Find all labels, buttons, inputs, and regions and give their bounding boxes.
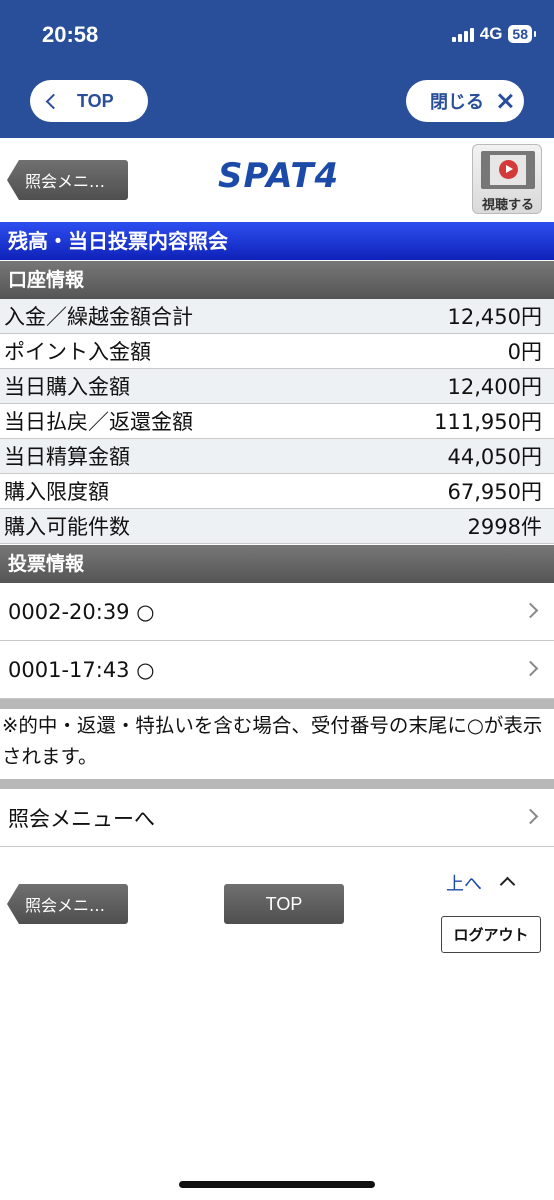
browser-header: 20:58 4G 58 TOP 閉じる	[0, 0, 554, 138]
signal-icon	[451, 26, 474, 42]
vote-list-item[interactable]: 0001-17:43 ○	[0, 641, 554, 699]
play-icon	[499, 160, 518, 179]
battery-icon: 58	[508, 25, 536, 43]
account-row: 入金／繰越金額合計 12,450円	[0, 299, 554, 334]
account-row-label: 当日精算金額	[4, 445, 130, 469]
account-row-label: 当日払戻／返還金額	[4, 410, 193, 434]
account-row-value: 67,950円	[447, 480, 542, 504]
account-row: 当日購入金額 12,400円	[0, 369, 554, 404]
home-indicator[interactable]	[179, 1181, 375, 1188]
account-row-value: 12,450円	[447, 305, 542, 329]
account-row: ポイント入金額 0円	[0, 334, 554, 369]
footer-top-button[interactable]: TOP	[224, 884, 344, 924]
account-row-label: ポイント入金額	[4, 340, 151, 364]
account-row-value: 0円	[507, 340, 542, 364]
inquiry-menu-link[interactable]: 照会メニューへ	[0, 789, 554, 847]
account-row-value: 111,950円	[434, 410, 542, 434]
account-row: 当日払戻／返還金額 111,950円	[0, 404, 554, 439]
status-time: 20:58	[42, 22, 99, 47]
vote-item-label: 0002-20:39 ○	[8, 599, 155, 624]
close-label: 閉じる	[430, 92, 484, 112]
chevron-left-icon	[45, 93, 62, 109]
close-button[interactable]: 閉じる	[406, 80, 524, 122]
inquiry-menu-back-button[interactable]: 照会メニ…	[7, 160, 128, 200]
video-watch-label: 視聴する	[481, 198, 534, 213]
top-nav-label: TOP	[77, 90, 114, 111]
vote-item-label: 0001-17:43 ○	[8, 657, 155, 682]
divider	[0, 699, 554, 709]
account-row-label: 入金／繰越金額合計	[4, 305, 193, 329]
account-row-value: 12,400円	[447, 375, 542, 399]
network-type: 4G	[479, 24, 503, 43]
vote-list-item[interactable]: 0002-20:39 ○	[0, 583, 554, 641]
account-row: 購入限度額 67,950円	[0, 474, 554, 509]
status-indicators: 4G 58	[451, 24, 536, 44]
note-text: ※的中・返還・特払いを含む場合、受付番号の末尾に○が表示されます。	[2, 714, 543, 768]
chevron-right-icon	[522, 660, 539, 677]
scroll-up-link[interactable]: 上へ	[446, 870, 482, 896]
chevron-right-icon	[522, 808, 539, 825]
account-row-value: 2998件	[467, 515, 542, 539]
account-row-label: 購入限度額	[4, 480, 109, 504]
spat4-logo: SPAT4	[218, 156, 340, 196]
account-section-heading: 口座情報	[0, 261, 554, 299]
site-header: 照会メニ… SPAT4 視聴する	[0, 138, 554, 220]
film-icon	[481, 151, 535, 189]
video-watch-button[interactable]: 視聴する	[472, 144, 542, 214]
divider	[0, 779, 554, 789]
account-row: 当日精算金額 44,050円	[0, 439, 554, 474]
page-title: 残高・当日投票内容照会	[0, 222, 554, 260]
account-row-label: 購入可能件数	[4, 515, 130, 539]
account-row-value: 44,050円	[447, 445, 542, 469]
votes-section-heading: 投票情報	[0, 545, 554, 583]
inquiry-menu-link-label: 照会メニューへ	[8, 806, 155, 831]
footer-inquiry-menu-button[interactable]: 照会メニ…	[7, 884, 128, 924]
chevron-right-icon	[522, 602, 539, 619]
chevron-up-icon[interactable]	[499, 876, 516, 893]
account-row-label: 当日購入金額	[4, 375, 130, 399]
top-nav-button[interactable]: TOP	[30, 80, 148, 122]
account-row: 購入可能件数 2998件	[0, 509, 554, 544]
logout-button[interactable]: ログアウト	[441, 916, 541, 953]
close-icon	[498, 94, 512, 108]
